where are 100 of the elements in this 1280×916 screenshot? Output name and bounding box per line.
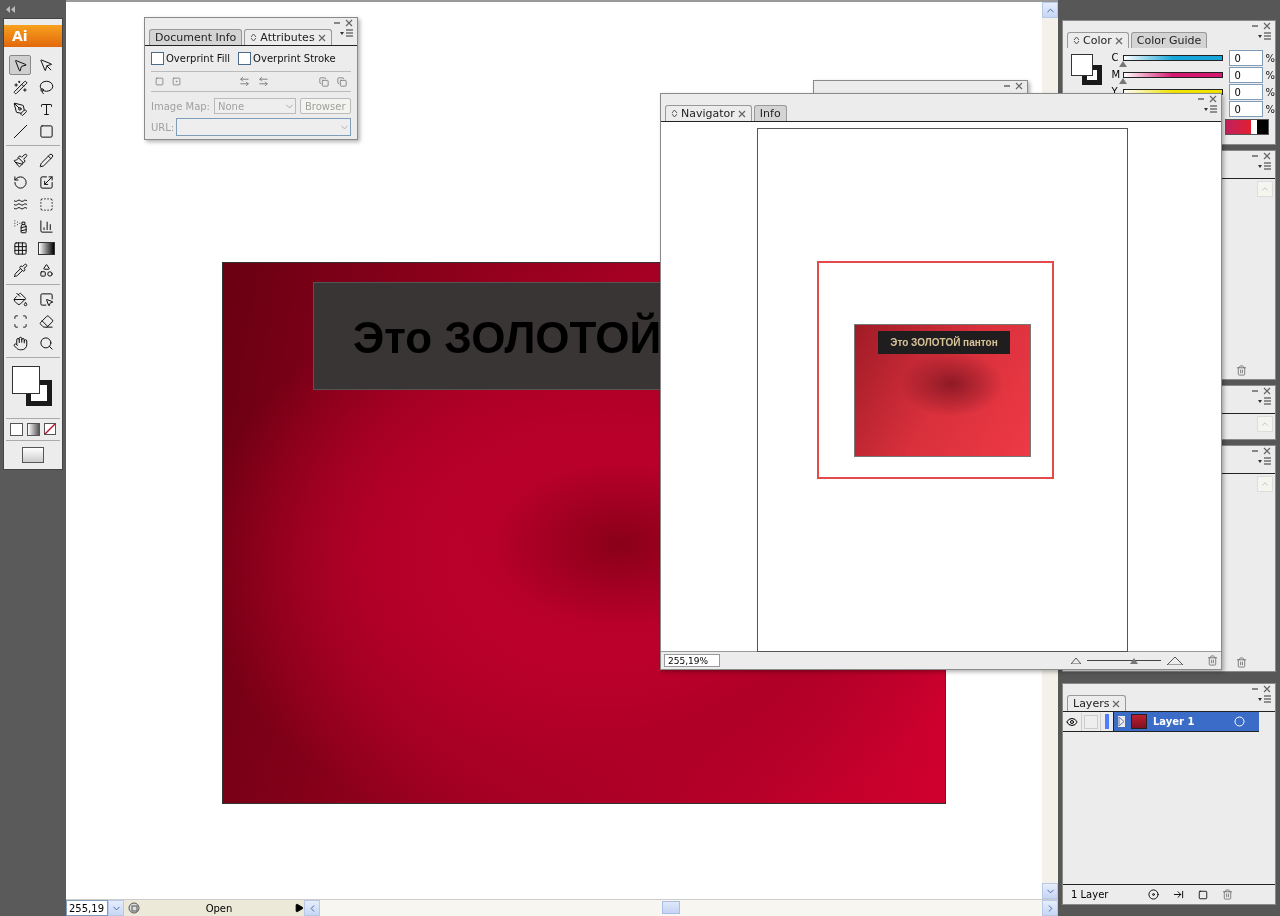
arrow-pointer-icon [38, 57, 54, 73]
status-text: Open [204, 901, 234, 916]
shapes-icon [38, 262, 54, 278]
tab-close-icon[interactable] [1114, 36, 1123, 45]
minimize-icon[interactable] [1197, 95, 1205, 103]
dotted-square-icon[interactable] [172, 77, 181, 86]
swap-arrows-icon[interactable] [239, 76, 250, 87]
play-icon[interactable] [294, 903, 304, 913]
eraser-icon [38, 313, 54, 329]
overlapping-squares-icon[interactable] [319, 76, 329, 87]
trash-icon[interactable] [1236, 365, 1247, 376]
layer-row[interactable]: Layer 1 [1113, 712, 1259, 731]
panel-tab[interactable]: Layers [1067, 695, 1127, 711]
gradient-mode-icon[interactable] [27, 423, 40, 436]
square-icon[interactable] [1198, 889, 1209, 900]
grid-icon [12, 240, 28, 256]
close-icon[interactable] [1263, 152, 1271, 160]
arrow-into-icon[interactable] [1173, 889, 1185, 900]
panel-menu-icon[interactable] [1204, 105, 1218, 114]
lasso-icon [38, 79, 54, 95]
swap-arrows-icon[interactable] [258, 76, 269, 87]
tab-close-icon[interactable] [1112, 699, 1121, 708]
panel-tab[interactable]: Document Info [149, 29, 243, 45]
minimize-icon[interactable] [1251, 387, 1259, 395]
dashed-square-icon [38, 196, 54, 212]
unit-label: % [1265, 52, 1275, 64]
minimize-icon[interactable] [1003, 82, 1011, 90]
eyedropper-icon [12, 262, 28, 278]
tool-button[interactable] [9, 55, 31, 75]
channel-value-field[interactable]: 0 [1229, 67, 1264, 83]
panel-tab[interactable]: Color [1067, 32, 1129, 48]
panel-tab[interactable]: Color Guide [1130, 32, 1208, 48]
none-mode-icon[interactable] [44, 423, 56, 435]
layer-thumbnail [1131, 714, 1147, 729]
expand-triangle-icon[interactable] [1118, 716, 1125, 727]
screen-mode-icon[interactable] [22, 447, 44, 463]
disc-icon[interactable] [1148, 889, 1160, 900]
tab-close-icon[interactable] [737, 109, 746, 118]
panel-tab[interactable]: Attributes [244, 29, 332, 45]
tab-close-icon[interactable] [317, 33, 326, 42]
horizontal-scrollbar[interactable] [320, 900, 1042, 916]
checkbox[interactable] [151, 52, 164, 65]
up-down-arrows-icon [671, 109, 678, 118]
panel-menu-icon[interactable] [1258, 397, 1272, 406]
trash-icon[interactable] [1236, 657, 1247, 668]
checkbox-label: Overprint Fill [166, 53, 231, 64]
checkbox[interactable] [238, 52, 252, 65]
unit-label: % [1265, 86, 1275, 98]
target-circle-icon[interactable] [1234, 716, 1245, 727]
chevron-up-icon [1260, 184, 1270, 194]
channel-value-field[interactable]: 0 [1229, 50, 1264, 66]
minimize-icon[interactable] [333, 19, 341, 27]
panel-menu-icon[interactable] [1258, 457, 1272, 466]
color-mode-icon[interactable] [10, 423, 23, 436]
app-logo: Ai [4, 25, 62, 47]
overlapping-squares-icon[interactable] [337, 76, 347, 87]
unit-label: % [1265, 69, 1275, 81]
close-icon[interactable] [1015, 82, 1023, 90]
scroll-thumb[interactable] [662, 901, 680, 914]
arrow-pointer-icon [12, 57, 28, 73]
slider-thumb[interactable] [1129, 658, 1138, 664]
trash-icon[interactable] [1207, 655, 1218, 666]
paintbrush-icon [12, 152, 28, 168]
panel-menu-icon[interactable] [340, 29, 354, 38]
spray-can-icon [12, 218, 28, 234]
close-icon[interactable] [1263, 387, 1271, 395]
zoom-in-icon[interactable] [1167, 656, 1183, 665]
channel-value-field[interactable]: 0 [1229, 84, 1264, 100]
zoom-out-icon[interactable] [1071, 657, 1081, 664]
thumbnail-heading: Это ЗОЛОТОЙ пантон [878, 331, 1010, 354]
zoom-field[interactable]: 255,19 [66, 900, 108, 916]
close-icon[interactable] [1263, 685, 1271, 693]
minimize-icon[interactable] [1251, 685, 1259, 693]
color-spectrum[interactable] [1225, 119, 1269, 135]
channel-label: M [1111, 70, 1122, 80]
eye-icon[interactable] [1066, 715, 1078, 728]
collapse-icon[interactable] [6, 5, 16, 13]
panel-menu-icon[interactable] [1258, 32, 1272, 41]
panel-tab[interactable]: Navigator [665, 105, 752, 121]
trash-icon[interactable] [1222, 889, 1234, 900]
zoom-field[interactable]: 255,19% [664, 654, 720, 667]
panel-menu-icon[interactable] [1258, 162, 1272, 171]
channel-value-field[interactable]: 0 [1229, 101, 1264, 117]
field-label: Image Map: [151, 100, 210, 112]
up-down-arrows-icon [250, 33, 258, 42]
chevron-up-icon [1260, 479, 1270, 489]
panel-menu-icon[interactable] [1258, 695, 1272, 704]
close-icon[interactable] [1263, 22, 1271, 30]
fill-stroke-swatches[interactable] [1071, 54, 1104, 88]
minimize-icon[interactable] [1251, 22, 1259, 30]
bar-chart-icon [38, 218, 54, 234]
close-icon[interactable] [345, 19, 353, 27]
minimize-icon[interactable] [1251, 152, 1259, 160]
close-icon[interactable] [1209, 95, 1217, 103]
lock-toggle[interactable] [1084, 714, 1098, 729]
close-icon[interactable] [1263, 447, 1271, 455]
minimize-icon[interactable] [1251, 447, 1259, 455]
panel-tab[interactable]: Info [753, 105, 787, 121]
pen-icon [12, 101, 28, 117]
status-icon[interactable] [127, 901, 141, 915]
